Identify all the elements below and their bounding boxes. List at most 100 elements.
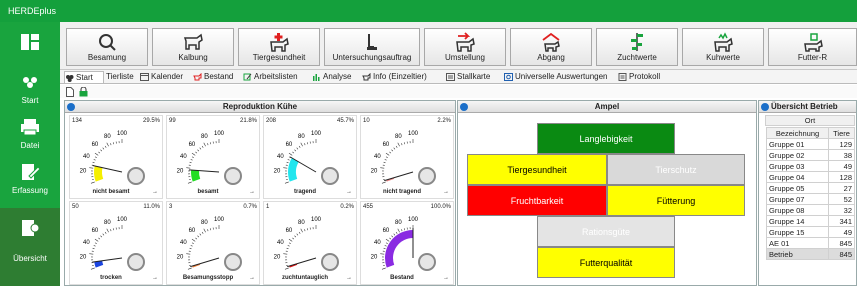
futter-button[interactable]: Futter-R xyxy=(768,28,857,66)
abgang-label: Abgang xyxy=(537,53,565,62)
gauge-detail-link[interactable]: → xyxy=(346,275,352,281)
reproduktion-panel: Reproduktion Kühe 134 29.5% nicht besamt → 2… xyxy=(64,100,456,286)
tab-label: Info (Einzeltier) xyxy=(373,72,427,81)
gauge-besamt[interactable]: 99 21.8% besamt → 20 40 60 80 100 xyxy=(166,115,260,199)
gauge-tick xyxy=(102,147,105,150)
gauge-detail-link[interactable]: → xyxy=(152,275,158,281)
nav-label-erfassung: Erfassung xyxy=(11,186,49,195)
group-name-cell: Gruppe 07 xyxy=(766,193,829,205)
gauge-tick-label: 80 xyxy=(298,220,305,226)
gauge-bestand[interactable]: 455 100.0% Bestand → 20 40 60 80 100 xyxy=(360,201,454,285)
tab-universelle-auswertungen[interactable]: Universelle Auswertungen xyxy=(504,71,616,83)
gauge-detail-link[interactable]: → xyxy=(443,189,449,195)
gauge-hub xyxy=(321,253,339,271)
ribbon: Besamung Kalbung Tiergesundheit Untersuc… xyxy=(60,22,857,70)
besamung-button[interactable]: Besamung xyxy=(66,28,148,66)
animal-count-cell: 52 xyxy=(828,193,855,205)
tab-start[interactable]: Start xyxy=(64,71,104,83)
kalbung-button[interactable]: Kalbung xyxy=(152,28,234,66)
gauge-tick-label: 60 xyxy=(286,228,293,234)
untersuchungsauftrag-button[interactable]: Untersuchungsauftrag xyxy=(324,28,420,66)
collapse-icon[interactable] xyxy=(460,103,468,111)
gauge-tick xyxy=(100,235,103,238)
gauge-nicht-besamt[interactable]: 134 29.5% nicht besamt → 20 40 60 80 100 xyxy=(69,115,163,199)
new-document-icon[interactable] xyxy=(66,87,74,97)
group-name-cell: Gruppe 14 xyxy=(766,215,829,227)
gauge-tick xyxy=(189,247,192,250)
table-row[interactable]: Gruppe 14 341 xyxy=(766,215,855,227)
table-row[interactable]: Gruppe 01 129 xyxy=(766,138,855,150)
column-header[interactable]: Bezeichnung xyxy=(766,127,829,139)
gauge-dial: 20 4060 80 100 xyxy=(371,131,436,185)
gauge-detail-link[interactable]: → xyxy=(443,275,449,281)
nav-tile[interactable] xyxy=(0,32,60,52)
gauge-nicht-tragend[interactable]: 10 2.2% nicht tragend → 20 40 60 80 100 xyxy=(360,115,454,199)
start-icon xyxy=(23,77,37,88)
abgang-button[interactable]: Abgang xyxy=(510,28,592,66)
table-row[interactable]: Betrieb 845 xyxy=(766,248,855,260)
table-row[interactable]: Gruppe 04 128 xyxy=(766,171,855,183)
gauge-tick xyxy=(98,237,101,240)
nav-datei[interactable]: Datei xyxy=(0,117,60,150)
gauge-tick-label: 40 xyxy=(180,240,187,246)
nav-label-start: Start xyxy=(21,96,39,105)
nav-erfassung[interactable]: Erfassung xyxy=(0,162,60,195)
nav-uebersicht[interactable]: Übersicht xyxy=(0,208,60,286)
tab-protokoll[interactable]: Protokoll xyxy=(618,71,668,83)
tab-bestand[interactable]: Bestand xyxy=(193,71,243,83)
gauge-detail-link[interactable]: → xyxy=(249,189,255,195)
table-row[interactable]: Gruppe 03 49 xyxy=(766,160,855,172)
tab-stallkarte[interactable]: Stallkarte xyxy=(446,71,502,83)
gauge-tick xyxy=(382,264,385,267)
tab-analyse[interactable]: Analyse xyxy=(312,71,360,83)
table-row[interactable]: Gruppe 02 38 xyxy=(766,149,855,161)
table-row[interactable]: Gruppe 07 52 xyxy=(766,193,855,205)
gauge-tick xyxy=(381,181,386,184)
gauge-trocken[interactable]: 50 11.0% trocken → 20 40 60 80 100 xyxy=(69,201,163,285)
tiergesundheit-button[interactable]: Tiergesundheit xyxy=(238,28,320,66)
table-row[interactable]: Gruppe 05 27 xyxy=(766,182,855,194)
gauge-dial: 20 4060 80 100 xyxy=(371,217,436,271)
collapse-icon[interactable] xyxy=(67,103,75,111)
column-header[interactable]: Tiere xyxy=(828,127,855,139)
gauge-tick xyxy=(294,149,297,152)
gauge-tick-label: 20 xyxy=(371,169,378,175)
nav-start[interactable]: Start xyxy=(0,72,60,105)
tab-arbeitslisten[interactable]: Arbeitslisten xyxy=(243,71,311,83)
gauge-tick xyxy=(91,264,94,267)
tab-info[interactable]: Info (Einzeltier) xyxy=(362,71,444,83)
kuhwerte-button[interactable]: Kuhwerte xyxy=(682,28,764,66)
gauge-tick-label: 100 xyxy=(117,217,128,223)
lock-icon[interactable] xyxy=(79,87,88,97)
gauge-label: Bestand xyxy=(390,275,414,281)
tab-kalender[interactable]: Kalender xyxy=(140,71,193,83)
ampel-tierschutz: Tierschutz xyxy=(607,154,745,185)
gauge-tick xyxy=(401,143,403,146)
gauge-count: 50 xyxy=(72,204,79,210)
gauge-detail-link[interactable]: → xyxy=(249,275,255,281)
gauge-besamungsstopp[interactable]: 3 0.7% Besamungsstopp → 20 40 60 80 100 xyxy=(166,201,260,285)
gauge-zuchtuntauglich[interactable]: 1 0.2% zuchtuntauglich → 20 40 60 80 100 xyxy=(263,201,357,285)
gauge-tragend[interactable]: 208 45.7% tragend → 20 40 60 80 100 xyxy=(263,115,357,199)
gauge-detail-link[interactable]: → xyxy=(152,189,158,195)
gauge-tick xyxy=(286,247,289,250)
tab-tierliste[interactable]: Tierliste xyxy=(106,71,139,83)
table-row[interactable]: Gruppe 08 32 xyxy=(766,204,855,216)
gauge-label: nicht besamt xyxy=(92,189,130,195)
umstellung-button[interactable]: Umstellung xyxy=(424,28,506,66)
gauge-tick xyxy=(201,231,204,234)
gauge-label: besamt xyxy=(197,189,219,195)
zuchtwerte-label: Zuchtwerte xyxy=(617,53,657,62)
gauge-fill xyxy=(94,260,104,268)
gauge-tick xyxy=(191,152,196,156)
futter-label: Futter-R xyxy=(797,53,828,62)
table-row[interactable]: AE 01 845 xyxy=(766,237,855,249)
zuchtwerte-button[interactable]: Zuchtwerte xyxy=(596,28,678,66)
gauge-tick xyxy=(207,229,209,232)
gauge-detail-link[interactable]: → xyxy=(346,189,352,195)
gauge-tick-label: 100 xyxy=(214,131,225,137)
gauge-tick xyxy=(401,229,403,232)
collapse-icon[interactable] xyxy=(761,103,769,111)
gauge-tick xyxy=(110,143,112,146)
table-row[interactable]: Gruppe 15 49 xyxy=(766,226,855,238)
